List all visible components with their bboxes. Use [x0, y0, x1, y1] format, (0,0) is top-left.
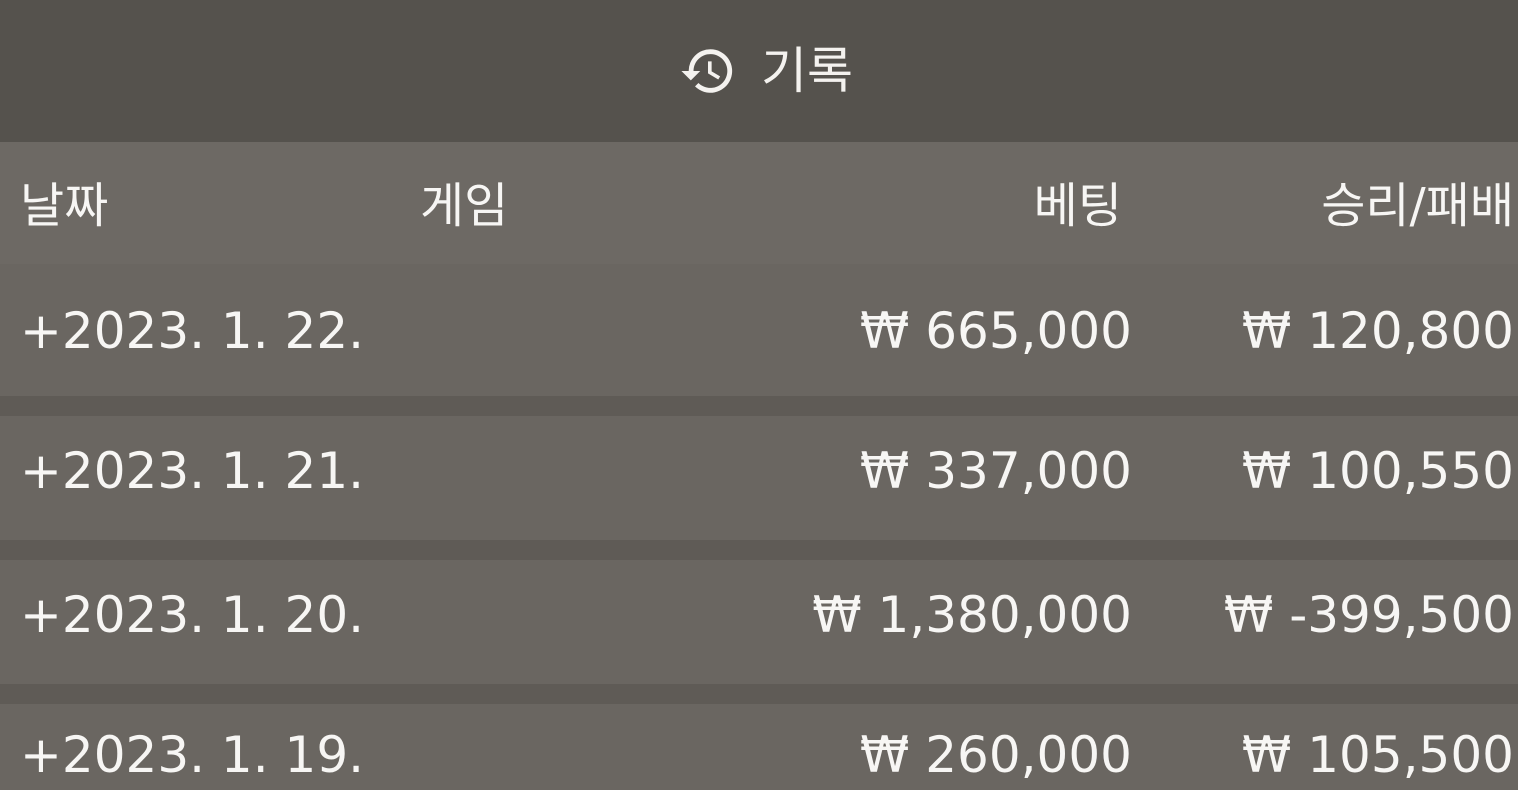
row-date: +2023. 1. 22.: [20, 302, 365, 360]
column-header-bet: 베팅: [1033, 178, 1122, 234]
row-result: ₩ 120,800: [1241, 302, 1514, 360]
title-bar: 기록: [0, 0, 1518, 142]
row-date: +2023. 1. 21.: [20, 442, 365, 500]
table-row[interactable]: +2023. 1. 20. ₩ 1,380,000 ₩ -399,500: [0, 560, 1518, 684]
history-table: 날짜 게임 베팅 승리/패배 +2023. 1. 22. ₩ 665,000 ₩…: [0, 142, 1518, 790]
row-divider: [0, 396, 1518, 416]
row-date: +2023. 1. 20.: [20, 586, 365, 644]
row-result: ₩ -399,500: [1223, 586, 1514, 644]
table-header: 날짜 게임 베팅 승리/패배: [0, 142, 1518, 264]
row-date: +2023. 1. 19.: [20, 726, 365, 784]
title-group: 기록: [679, 42, 853, 100]
table-row[interactable]: +2023. 1. 19. ₩ 260,000 ₩ 105,500: [0, 704, 1518, 790]
column-header-result: 승리/패배: [1321, 178, 1514, 234]
column-header-game: 게임: [420, 178, 509, 234]
row-bet: ₩ 337,000: [859, 442, 1132, 500]
row-divider: [0, 540, 1518, 560]
table-row[interactable]: +2023. 1. 21. ₩ 337,000 ₩ 100,550: [0, 416, 1518, 540]
page-title: 기록: [761, 42, 853, 100]
row-divider: [0, 684, 1518, 704]
history-panel: 기록 날짜 게임 베팅 승리/패배 +2023. 1. 22. ₩ 665,00…: [0, 0, 1518, 790]
row-result: ₩ 105,500: [1241, 726, 1514, 784]
row-bet: ₩ 1,380,000: [812, 586, 1132, 644]
table-row[interactable]: +2023. 1. 22. ₩ 665,000 ₩ 120,800: [0, 264, 1518, 396]
column-header-date: 날짜: [20, 178, 109, 234]
history-icon: [681, 49, 733, 93]
row-result: ₩ 100,550: [1241, 442, 1514, 500]
row-bet: ₩ 260,000: [859, 726, 1132, 784]
row-bet: ₩ 665,000: [859, 302, 1132, 360]
